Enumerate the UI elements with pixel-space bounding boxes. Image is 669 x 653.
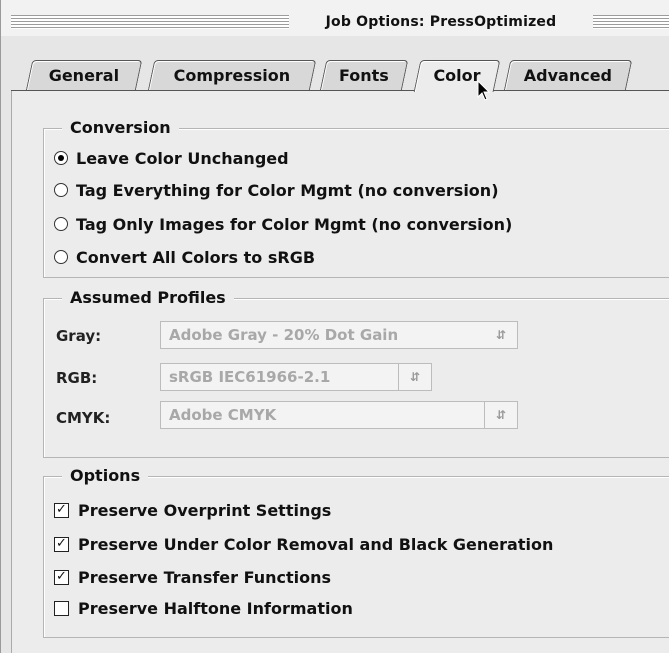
- radio-label: Tag Everything for Color Mgmt (no conver…: [76, 180, 499, 200]
- checkbox-checked[interactable]: ✓: [54, 569, 69, 585]
- cmyk-profile-value: Adobe CMYK: [169, 406, 277, 424]
- conversion-group-title: Conversion: [62, 118, 179, 138]
- tab-advanced[interactable]: Advanced: [503, 60, 633, 91]
- radio-label: Convert All Colors to sRGB: [76, 247, 316, 267]
- radio-button[interactable]: [54, 183, 68, 197]
- job-options-window: Job Options: PressOptimized General Comp…: [0, 0, 669, 653]
- checkbox-label: Preserve Transfer Functions: [78, 567, 332, 587]
- tab-general-label: General: [48, 66, 120, 85]
- checkbox-label: Preserve Under Color Removal and Black G…: [78, 534, 554, 554]
- radio-tag-everything[interactable]: Tag Everything for Color Mgmt (no conver…: [54, 179, 499, 201]
- checkbox-preserve-overprint[interactable]: ✓ Preserve Overprint Settings: [54, 499, 331, 521]
- title-bar[interactable]: Job Options: PressOptimized: [1, 0, 669, 37]
- tab-general[interactable]: General: [25, 60, 143, 91]
- radio-button[interactable]: [54, 250, 68, 264]
- checkbox-preserve-halftone[interactable]: Preserve Halftone Information: [54, 597, 353, 619]
- title-bar-stripes-right: [593, 15, 669, 29]
- options-group-title: Options: [62, 466, 149, 486]
- radio-leave-color-unchanged[interactable]: Leave Color Unchanged: [54, 147, 289, 169]
- window-title: Job Options: PressOptimized: [289, 12, 593, 32]
- gray-profile-value: Adobe Gray - 20% Dot Gain: [169, 326, 399, 344]
- tab-fonts-label: Fonts: [338, 66, 389, 85]
- up-down-arrows-icon: ⇵: [484, 402, 517, 428]
- radio-convert-to-srgb[interactable]: Convert All Colors to sRGB: [54, 246, 315, 268]
- up-down-arrows-icon: ⇵: [495, 328, 507, 342]
- tab-compression-label: Compression: [173, 66, 291, 85]
- gray-profile-label: Gray:: [56, 327, 102, 345]
- checkbox-label: Preserve Halftone Information: [78, 598, 353, 618]
- radio-button-selected[interactable]: [54, 151, 68, 165]
- tab-bar: General Compression Fonts Color Advanced: [1, 36, 669, 96]
- radio-label: Tag Only Images for Color Mgmt (no conve…: [76, 214, 513, 234]
- up-down-arrows-icon: ⇵: [398, 364, 431, 390]
- cmyk-profile-select[interactable]: Adobe CMYK ⇵: [160, 401, 518, 429]
- options-group: Options ✓ Preserve Overprint Settings ✓ …: [43, 466, 669, 638]
- rgb-profile-value: sRGB IEC61966-2.1: [169, 368, 331, 386]
- assumed-profiles-group-title: Assumed Profiles: [62, 288, 234, 308]
- arrow-cursor-icon: [477, 79, 491, 106]
- tab-compression[interactable]: Compression: [147, 60, 317, 91]
- radio-button[interactable]: [54, 217, 68, 231]
- checkbox-label: Preserve Overprint Settings: [78, 500, 332, 520]
- tab-fonts[interactable]: Fonts: [319, 60, 409, 91]
- rgb-profile-label: RGB:: [56, 369, 98, 387]
- tab-advanced-label: Advanced: [523, 66, 613, 85]
- gray-profile-select[interactable]: Adobe Gray - 20% Dot Gain ⇵: [160, 321, 518, 349]
- checkbox-unchecked[interactable]: [54, 600, 69, 616]
- radio-label: Leave Color Unchanged: [76, 148, 289, 168]
- rgb-profile-select[interactable]: sRGB IEC61966-2.1 ⇵: [160, 363, 432, 391]
- radio-tag-only-images[interactable]: Tag Only Images for Color Mgmt (no conve…: [54, 213, 512, 235]
- title-bar-stripes-left: [11, 15, 289, 29]
- checkbox-checked[interactable]: ✓: [54, 502, 69, 518]
- checkbox-checked[interactable]: ✓: [54, 536, 69, 552]
- conversion-group: Conversion Leave Color Unchanged Tag Eve…: [43, 118, 669, 278]
- assumed-profiles-group: Assumed Profiles Gray: Adobe Gray - 20% …: [43, 288, 669, 458]
- cmyk-profile-label: CMYK:: [56, 409, 111, 427]
- checkbox-preserve-transfer[interactable]: ✓ Preserve Transfer Functions: [54, 566, 331, 588]
- checkbox-preserve-ucr-bg[interactable]: ✓ Preserve Under Color Removal and Black…: [54, 533, 553, 555]
